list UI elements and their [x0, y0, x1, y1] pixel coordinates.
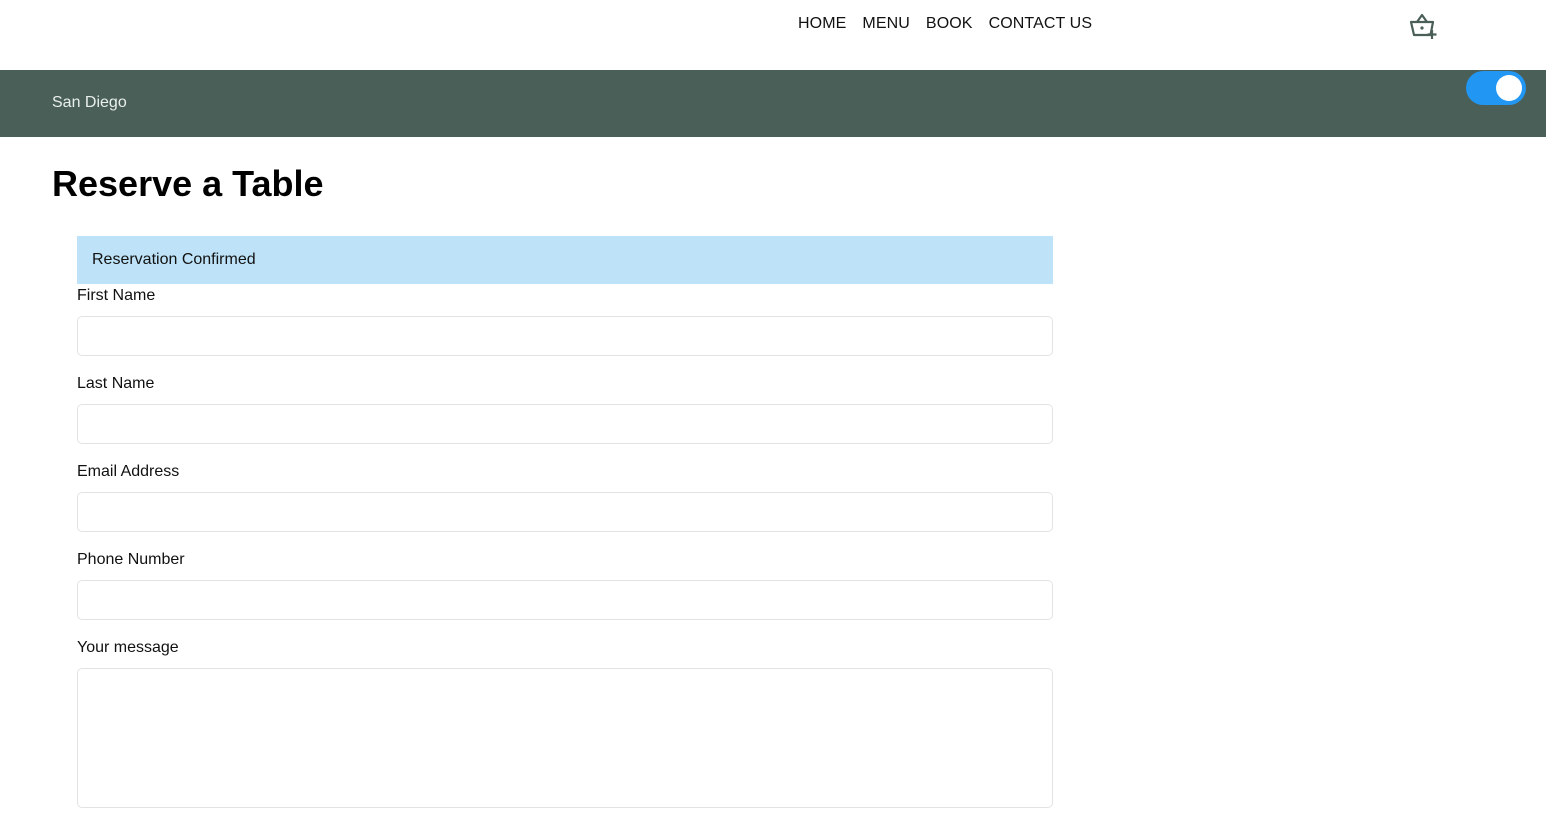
first-name-group: First Name: [77, 286, 1053, 356]
email-group: Email Address: [77, 462, 1053, 532]
basket-plus-icon-graphic: [1409, 13, 1437, 39]
top-navigation: HOME MENU BOOK CONTACT US: [0, 0, 1546, 70]
last-name-group: Last Name: [77, 374, 1053, 444]
reservation-confirmed-alert: Reservation Confirmed: [77, 236, 1053, 284]
last-name-label: Last Name: [77, 375, 155, 392]
phone-number-label: Phone Number: [77, 551, 185, 568]
message-textarea[interactable]: [77, 668, 1053, 808]
nav-contact-us-link[interactable]: CONTACT US: [989, 14, 1093, 34]
nav-menu-link[interactable]: MENU: [862, 14, 910, 34]
phone-group: Phone Number: [77, 550, 1053, 620]
reservation-form: Reservation Confirmed First Name Last Na…: [77, 236, 1053, 813]
toggle-knob: [1496, 75, 1522, 101]
first-name-label: First Name: [77, 287, 156, 304]
city-name: San Diego: [52, 94, 127, 111]
nav-home-link[interactable]: HOME: [798, 14, 846, 34]
phone-number-field[interactable]: [77, 580, 1053, 620]
basket-plus-icon[interactable]: [1408, 12, 1438, 40]
nav-book-link[interactable]: BOOK: [926, 14, 973, 34]
page-title: Reserve a Table: [52, 163, 324, 204]
message-group: Your message: [77, 638, 1053, 813]
location-banner: San Diego: [0, 70, 1546, 137]
last-name-field[interactable]: [77, 404, 1053, 444]
nav-links: HOME MENU BOOK CONTACT US: [798, 14, 1108, 34]
email-field[interactable]: [77, 492, 1053, 532]
message-label: Your message: [77, 639, 179, 656]
theme-toggle[interactable]: [1466, 71, 1526, 105]
first-name-field[interactable]: [77, 316, 1053, 356]
email-address-label: Email Address: [77, 463, 180, 480]
